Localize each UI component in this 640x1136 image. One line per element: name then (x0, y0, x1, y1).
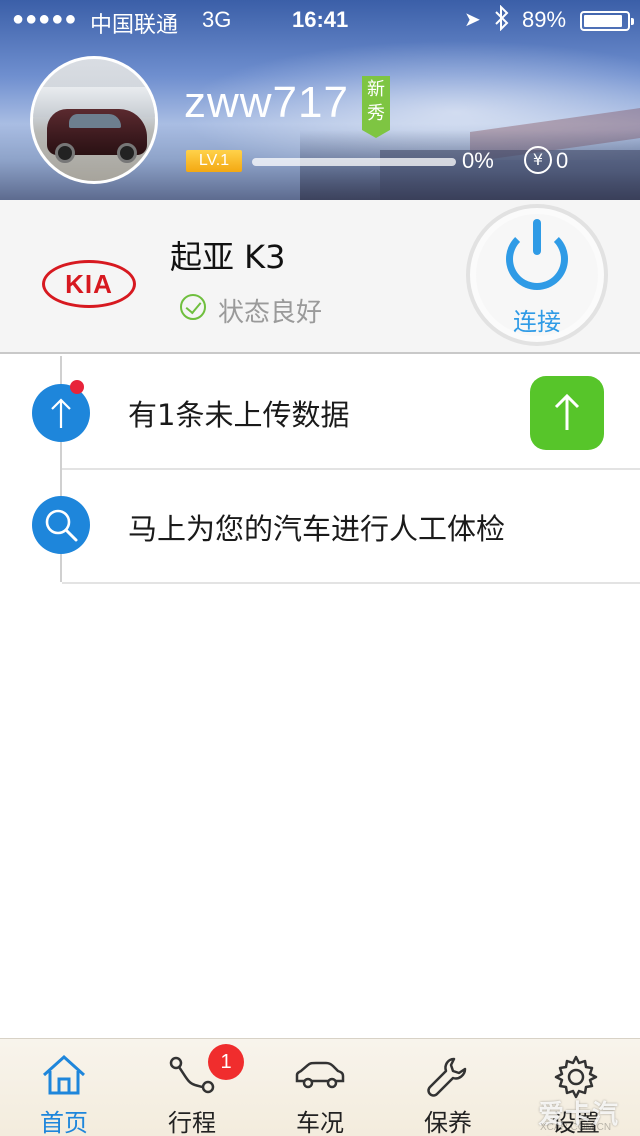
battery-icon (580, 11, 634, 31)
tab-label: 行程 (168, 1109, 216, 1136)
car-name: 起亚 K3 (170, 238, 286, 276)
list-item-inspection[interactable]: 马上为您的汽车进行人工体检 (0, 470, 640, 584)
search-icon (32, 496, 90, 554)
tab-label: 保养 (424, 1109, 472, 1136)
check-circle-icon (180, 294, 206, 320)
car-panel: KIA 起亚 K3 状态良好 连接 (0, 200, 640, 354)
divider (62, 582, 640, 584)
upload-button[interactable] (530, 376, 604, 450)
profile-header: ●●●●● 中国联通 3G 16:41 ➤ 89% zww717 新秀 LV.1… (0, 0, 640, 200)
upload-arrow-icon (32, 384, 90, 442)
kia-logo: KIA (42, 260, 136, 308)
connect-label: 连接 (513, 308, 561, 336)
avatar-photo (33, 59, 155, 181)
upload-arrow-icon (554, 393, 580, 430)
tab-label: 车况 (296, 1109, 344, 1136)
status-bar: ●●●●● 中国联通 3G 16:41 ➤ 89% (0, 0, 640, 40)
connect-button[interactable]: 连接 (466, 204, 608, 346)
network-type: 3G (202, 7, 232, 32)
home-icon (42, 1054, 86, 1095)
tab-home[interactable]: 首页 (0, 1039, 128, 1136)
upload-text: 有1条未上传数据 (128, 398, 350, 432)
power-icon (506, 219, 568, 290)
notification-dot (70, 380, 84, 394)
coin-balance: 0 (556, 148, 569, 173)
carrier-name: 中国联通 (90, 12, 179, 37)
route-badge: 1 (208, 1044, 244, 1080)
car-icon (295, 1061, 345, 1089)
avatar[interactable] (30, 56, 158, 184)
tab-label: 首页 (40, 1109, 88, 1136)
coin-icon: ¥ (524, 146, 552, 174)
clock: 16:41 (292, 7, 349, 32)
bluetooth-icon (494, 4, 510, 37)
inspection-text: 马上为您的汽车进行人工体检 (128, 512, 506, 546)
car-status: 状态良好 (218, 298, 323, 328)
progress-percent: 0% (462, 148, 494, 173)
tab-car-status[interactable]: 车况 (256, 1039, 384, 1136)
level-badge: LV.1 (186, 150, 242, 172)
battery-percent: 89% (522, 7, 567, 32)
location-arrow-icon: ➤ (464, 9, 481, 31)
watermark-url: XCAR.COM.CN (540, 1122, 612, 1133)
level-progress-bar (252, 158, 456, 166)
wrench-icon (427, 1057, 467, 1097)
rank-badge: 新秀 (362, 76, 390, 138)
signal-strength: ●●●●● (12, 8, 78, 30)
username: zww717 (184, 78, 349, 127)
tab-maintenance[interactable]: 保养 (384, 1039, 512, 1136)
